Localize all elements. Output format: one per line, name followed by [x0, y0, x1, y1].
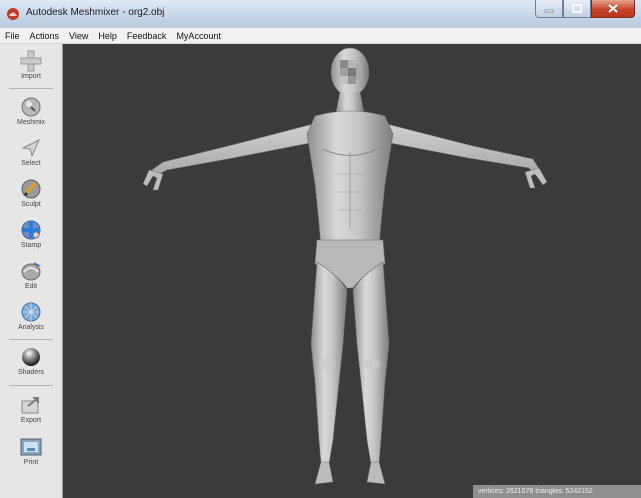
title-bar[interactable]: Autodesk Meshmixer - org2.obj [0, 0, 641, 29]
stamp-label: Stamp [20, 242, 42, 249]
sidebar-divider [9, 339, 53, 340]
sidebar-divider [9, 88, 53, 89]
edit-icon [21, 262, 41, 281]
export-label: Export [20, 417, 42, 424]
select-arrow-icon [21, 138, 41, 158]
3d-viewport[interactable]: vertices: 2621078 triangles: 5242152 [63, 44, 641, 498]
import-plus-icon [20, 50, 42, 72]
select-tool[interactable]: Select [0, 137, 62, 167]
print-tool[interactable]: Print [0, 436, 62, 466]
human-body-mesh [142, 47, 548, 485]
select-label: Select [21, 160, 41, 167]
window-controls [535, 0, 635, 18]
sculpt-brush-icon [21, 179, 41, 199]
menu-myaccount[interactable]: MyAccount [171, 31, 226, 41]
shaders-sphere-icon [22, 348, 40, 366]
import-tool[interactable]: Import [0, 50, 62, 80]
minimize-button[interactable] [535, 0, 563, 18]
export-tool[interactable]: Export [0, 394, 62, 424]
export-icon [21, 397, 39, 414]
menu-feedback[interactable]: Feedback [122, 31, 172, 41]
analysis-label: Analysis [17, 324, 45, 331]
edit-label: Edit [24, 283, 38, 290]
menu-view[interactable]: View [64, 31, 93, 41]
sculpt-label: Sculpt [21, 201, 41, 208]
sidebar-divider [9, 385, 53, 386]
edit-tool[interactable]: Edit [0, 260, 62, 290]
meshmixer-window: Autodesk Meshmixer - org2.obj File Actio… [0, 0, 641, 498]
stamp-tool[interactable]: Stamp [0, 219, 62, 249]
sculpt-tool[interactable]: Sculpt [0, 178, 62, 208]
shaders-label: Shaders [17, 369, 45, 376]
analysis-tool[interactable]: Analysis [0, 301, 62, 331]
stamp-icon [21, 220, 41, 240]
shaders-tool[interactable]: Shaders [0, 346, 62, 376]
close-button[interactable] [591, 0, 635, 18]
import-label: Import [21, 73, 41, 80]
close-icon [608, 4, 618, 13]
analysis-icon [21, 302, 41, 322]
menu-actions[interactable]: Actions [25, 31, 65, 41]
menu-file[interactable]: File [0, 31, 25, 41]
print-label: Print [23, 459, 39, 466]
print-icon [20, 438, 42, 456]
meshmixer-logo-icon [7, 8, 19, 20]
meshmix-label: Meshmix [16, 119, 45, 126]
tool-sidebar: Import Meshmix Select Sculpt Stamp Edit … [0, 44, 63, 498]
minimize-icon [544, 9, 554, 12]
meshmix-tool[interactable]: Meshmix [0, 96, 62, 126]
mesh-stats-status: vertices: 2621078 triangles: 5242152 [473, 485, 641, 498]
menu-help[interactable]: Help [93, 31, 122, 41]
menu-bar: File Actions View Help Feedback MyAccoun… [0, 28, 641, 44]
maximize-icon [572, 4, 582, 13]
meshmix-icon [21, 97, 41, 117]
window-title: Autodesk Meshmixer - org2.obj [26, 7, 165, 18]
maximize-button[interactable] [563, 0, 591, 18]
